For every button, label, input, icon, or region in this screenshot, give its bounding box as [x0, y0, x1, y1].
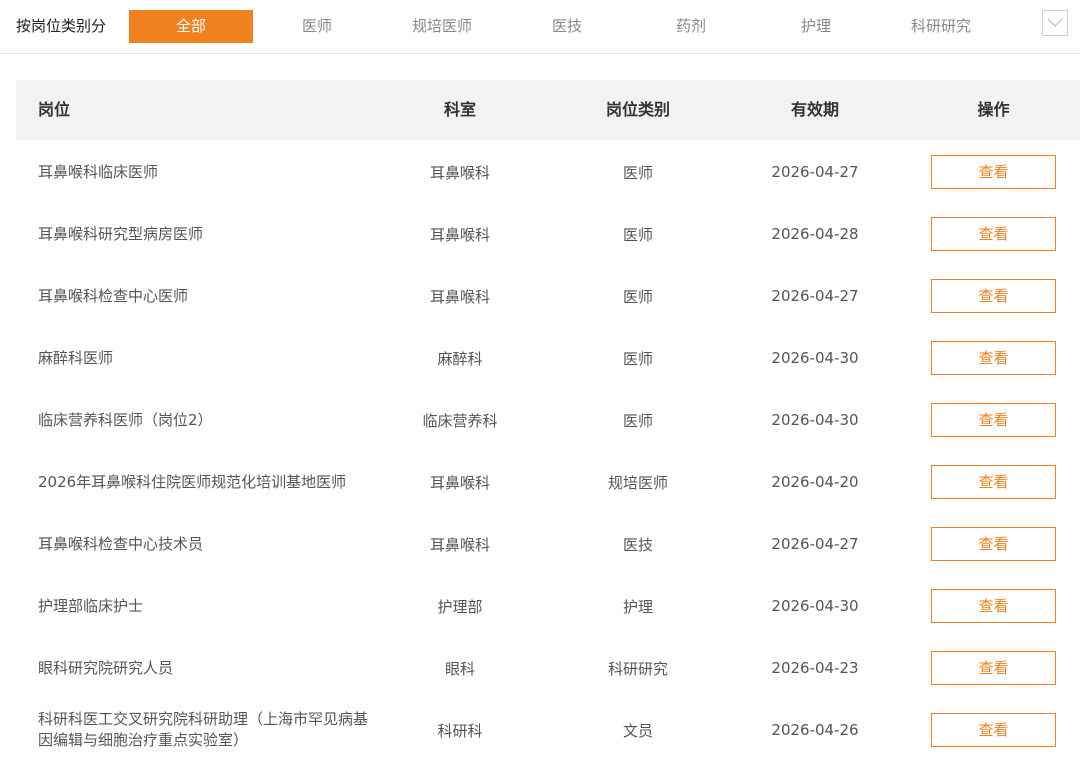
- view-button[interactable]: 查看: [931, 651, 1056, 685]
- position-title: 眼科研究院研究人员: [38, 658, 174, 677]
- table-row: 2026年耳鼻喉科住院医师规范化培训基地医师 耳鼻喉科 规培医师 2026-04…: [16, 451, 1080, 513]
- category-cell: 规培医师: [607, 473, 668, 492]
- position-title: 耳鼻喉科检查中心技术员: [38, 534, 204, 553]
- view-button[interactable]: 查看: [931, 279, 1056, 313]
- position-title: 耳鼻喉科研究型病房医师: [38, 224, 204, 243]
- view-button[interactable]: 查看: [931, 341, 1056, 375]
- header-category: 岗位类别: [605, 100, 670, 119]
- expiry-cell: 2026-04-30: [771, 411, 859, 429]
- tab-research[interactable]: 科研研究: [886, 10, 996, 43]
- view-button[interactable]: 查看: [931, 713, 1056, 747]
- table-row: 耳鼻喉科检查中心医师 耳鼻喉科 医师 2026-04-27 查看: [16, 265, 1080, 327]
- expiry-cell: 2026-04-28: [771, 225, 859, 243]
- table-row: 耳鼻喉科研究型病房医师 耳鼻喉科 医师 2026-04-28 查看: [16, 203, 1080, 265]
- category-cell: 科研研究: [607, 659, 668, 678]
- department-cell: 临床营养科: [422, 411, 498, 430]
- department-cell: 护理部: [437, 597, 483, 616]
- department-cell: 耳鼻喉科: [429, 287, 490, 306]
- table-row: 科研科医工交叉研究院科研助理（上海市罕见病基因编辑与细胞治疗重点实验室） 科研科…: [16, 699, 1080, 761]
- tab-medical-technician[interactable]: 医技: [515, 10, 619, 43]
- category-cell: 医技: [622, 535, 653, 554]
- view-button[interactable]: 查看: [931, 403, 1056, 437]
- position-title: 麻醉科医师: [38, 348, 114, 367]
- department-cell: 麻醉科: [437, 349, 483, 368]
- expiry-cell: 2026-04-20: [771, 473, 859, 491]
- expiry-cell: 2026-04-26: [771, 721, 859, 739]
- position-title: 护理部临床护士: [38, 596, 144, 615]
- department-cell: 耳鼻喉科: [429, 473, 490, 492]
- expiry-cell: 2026-04-30: [771, 349, 859, 367]
- category-cell: 医师: [622, 411, 653, 430]
- department-cell: 科研科: [437, 721, 483, 740]
- expand-filter-button[interactable]: [1042, 10, 1068, 36]
- position-title: 耳鼻喉科临床医师: [38, 162, 159, 181]
- view-button[interactable]: 查看: [931, 155, 1056, 189]
- view-button[interactable]: 查看: [931, 589, 1056, 623]
- position-title: 耳鼻喉科检查中心医师: [38, 286, 189, 305]
- category-cell: 医师: [622, 225, 653, 244]
- chevron-down-icon: [1047, 18, 1063, 27]
- tab-resident-physician[interactable]: 规培医师: [388, 10, 496, 43]
- department-cell: 眼科: [444, 659, 475, 678]
- category-filter-bar: 按岗位类别分 全部 医师 规培医师 医技 药剂 护理 科研研究: [0, 0, 1080, 54]
- header-position: 岗位: [38, 100, 71, 119]
- table-row: 耳鼻喉科检查中心技术员 耳鼻喉科 医技 2026-04-27 查看: [16, 513, 1080, 575]
- tab-nursing[interactable]: 护理: [764, 10, 868, 43]
- expiry-cell: 2026-04-27: [771, 535, 859, 553]
- table-row: 耳鼻喉科临床医师 耳鼻喉科 医师 2026-04-27 查看: [16, 141, 1080, 203]
- table-row: 护理部临床护士 护理部 护理 2026-04-30 查看: [16, 575, 1080, 637]
- category-cell: 医师: [622, 349, 653, 368]
- department-cell: 耳鼻喉科: [429, 225, 490, 244]
- category-cell: 医师: [622, 287, 653, 306]
- view-button[interactable]: 查看: [931, 527, 1056, 561]
- table-row: 临床营养科医师（岗位2） 临床营养科 医师 2026-04-30 查看: [16, 389, 1080, 451]
- header-action: 操作: [977, 100, 1010, 119]
- header-expiry: 有效期: [790, 100, 839, 119]
- category-cell: 护理: [622, 597, 653, 616]
- header-department: 科室: [443, 100, 476, 119]
- position-title: 2026年耳鼻喉科住院医师规范化培训基地医师: [38, 472, 347, 491]
- view-button[interactable]: 查看: [931, 465, 1056, 499]
- table-header: 岗位 科室 岗位类别 有效期 操作: [16, 80, 1080, 140]
- tab-physician[interactable]: 医师: [265, 10, 369, 43]
- filter-label: 按岗位类别分: [16, 17, 107, 35]
- category-cell: 文员: [622, 721, 653, 740]
- position-title: 临床营养科医师（岗位2）: [38, 410, 213, 429]
- expiry-cell: 2026-04-23: [771, 659, 859, 677]
- tab-pharmacy[interactable]: 药剂: [639, 10, 743, 43]
- category-cell: 医师: [622, 163, 653, 182]
- tab-all[interactable]: 全部: [129, 10, 253, 43]
- department-cell: 耳鼻喉科: [429, 535, 490, 554]
- table-row: 眼科研究院研究人员 眼科 科研研究 2026-04-23 查看: [16, 637, 1080, 699]
- department-cell: 耳鼻喉科: [429, 163, 490, 182]
- view-button[interactable]: 查看: [931, 217, 1056, 251]
- table-row: 麻醉科医师 麻醉科 医师 2026-04-30 查看: [16, 327, 1080, 389]
- expiry-cell: 2026-04-27: [771, 287, 859, 305]
- position-title: 科研科医工交叉研究院科研助理（上海市罕见病基因编辑与细胞治疗重点实验室）: [38, 710, 369, 749]
- expiry-cell: 2026-04-27: [771, 163, 859, 181]
- expiry-cell: 2026-04-30: [771, 597, 859, 615]
